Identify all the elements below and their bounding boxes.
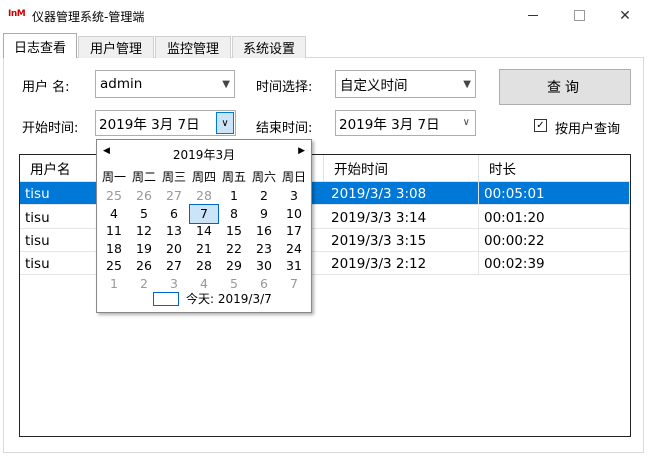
cell-duration: 00:01:20	[479, 206, 630, 229]
tab-user-management[interactable]: 用户管理	[78, 36, 154, 58]
tab-monitor-management[interactable]: 监控管理	[155, 36, 231, 58]
query-button[interactable]: 查询	[499, 69, 631, 105]
calendar-month-title[interactable]: 2019年3月	[97, 146, 311, 163]
calendar-dropdown[interactable]: ◀ 2019年3月 ▶ 周一 周二 周三 周四 周五 周六 周日 25 26 27 28 1 2 3 4 5…	[96, 139, 312, 313]
close-icon: ✕	[619, 7, 631, 24]
time-select-value: 自定义时间	[340, 78, 408, 94]
calendar-dropdown-button[interactable]: ∨	[216, 112, 234, 134]
chevron-down-icon: ▼	[463, 79, 471, 90]
calendar-today-link[interactable]: 今天: 2019/3/7	[186, 290, 272, 307]
tab-system-settings[interactable]: 系统设置	[232, 36, 306, 58]
calendar-weekday-header: 周一	[101, 170, 126, 184]
tab-log-view[interactable]: 日志查看	[3, 33, 77, 58]
cell-start-time: 2019/3/3 3:14	[324, 206, 479, 229]
column-header-start-time[interactable]: 开始时间	[324, 155, 479, 182]
calendar-weekday-header: 周五	[221, 170, 246, 184]
cell-duration: 00:05:01	[479, 182, 630, 205]
calendar-weekday-header: 周四	[191, 170, 216, 184]
column-header-duration[interactable]: 时长	[479, 155, 630, 182]
maximize-icon	[573, 10, 585, 21]
cell-duration: 00:02:39	[479, 252, 630, 275]
end-date-value: 2019年 3月 7日	[339, 117, 440, 133]
username-combo[interactable]: admin ▼	[95, 70, 235, 98]
maximize-button[interactable]	[556, 0, 602, 31]
start-time-label: 开始时间:	[22, 121, 79, 136]
today-marker-icon	[153, 292, 179, 306]
cell-start-time: 2019/3/3 3:08	[324, 182, 479, 205]
minimize-button[interactable]	[510, 0, 556, 31]
window-title: 仪器管理系统-管理端	[32, 10, 145, 24]
end-time-label: 结束时间:	[256, 121, 313, 136]
calendar-day[interactable]: 1	[99, 274, 129, 294]
calendar-weekday-header: 周日	[281, 170, 306, 184]
calendar-weekday-header: 周二	[131, 170, 156, 184]
cell-start-time: 2019/3/3 3:15	[324, 229, 479, 252]
start-date-picker[interactable]: 2019年 3月 7日 ∨	[95, 110, 236, 136]
cell-start-time: 2019/3/3 2:12	[324, 252, 479, 275]
calendar-next-month-button[interactable]: ▶	[298, 146, 305, 156]
calendar-day[interactable]: 7	[279, 274, 309, 294]
cell-duration: 00:00:22	[479, 229, 630, 252]
end-date-picker[interactable]: 2019年 3月 7日 ∨	[335, 110, 476, 136]
app-logo: InM	[8, 9, 26, 19]
close-button[interactable]: ✕	[602, 0, 648, 31]
calendar-weekday-header: 周三	[161, 170, 186, 184]
username-value: admin	[100, 76, 143, 92]
minimize-icon	[528, 15, 538, 16]
time-select-label: 时间选择:	[256, 80, 313, 95]
start-date-value: 2019年 3月 7日	[99, 117, 200, 133]
calendar-weekday-header: 周六	[251, 170, 276, 184]
by-user-label[interactable]: 按用户查询	[555, 118, 620, 137]
calendar-day[interactable]: 2	[129, 274, 159, 294]
chevron-down-icon: ∨	[221, 117, 229, 129]
chevron-down-icon: ∨	[462, 117, 470, 128]
time-select-combo[interactable]: 自定义时间 ▼	[335, 70, 476, 98]
chevron-down-icon: ▼	[222, 79, 230, 90]
username-label: 用户 名:	[22, 80, 70, 95]
calendar-day[interactable]: 3	[159, 274, 189, 294]
by-user-checkbox[interactable]: ✓	[534, 119, 547, 132]
